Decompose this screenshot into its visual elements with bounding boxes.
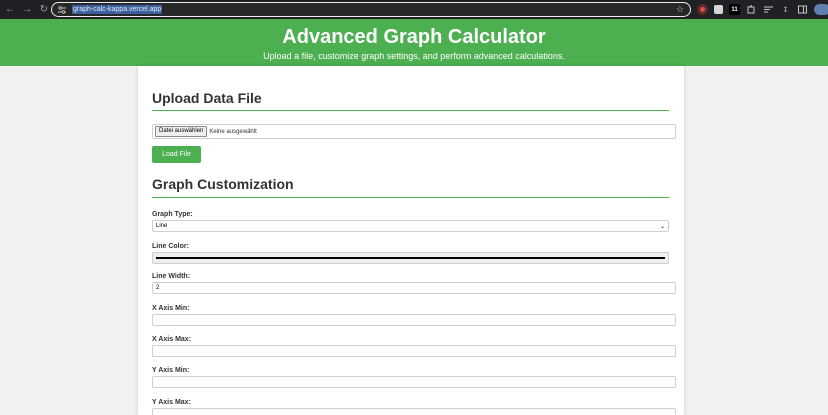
main-card: Upload Data File Datei auswählen Keine a…	[138, 66, 684, 415]
bookmark-star-icon[interactable]: ☆	[676, 4, 684, 15]
line-color-label: Line Color:	[152, 243, 189, 250]
load-file-button[interactable]: Load File	[152, 146, 201, 163]
y-axis-max-label: Y Axis Max:	[152, 399, 191, 406]
line-width-label: Line Width:	[152, 273, 191, 280]
forward-icon[interactable]: →	[20, 3, 34, 17]
upload-divider	[152, 110, 669, 111]
line-width-input[interactable]: 2	[152, 282, 676, 294]
page-subtitle: Upload a file, customize graph settings,…	[263, 51, 565, 61]
customization-section-title: Graph Customization	[152, 176, 294, 192]
file-input[interactable]: Datei auswählen Keine ausgewählt	[152, 124, 676, 139]
y-axis-min-input[interactable]	[152, 376, 676, 388]
color-swatch	[156, 257, 665, 259]
customization-divider	[152, 197, 669, 198]
x-axis-max-label: X Axis Max:	[152, 336, 192, 343]
side-panel-icon[interactable]	[797, 4, 808, 15]
puzzle-icon[interactable]	[746, 4, 757, 15]
x-axis-min-input[interactable]	[152, 314, 676, 326]
reload-icon[interactable]: ↻	[37, 3, 51, 17]
upload-section-title: Upload Data File	[152, 90, 262, 106]
site-info-icon[interactable]	[57, 5, 67, 15]
page-title: Advanced Graph Calculator	[282, 26, 546, 48]
download-icon[interactable]: ↧	[780, 4, 791, 15]
y-axis-min-label: Y Axis Min:	[152, 367, 190, 374]
tab-extension-icon[interactable]: 11	[729, 4, 740, 15]
x-axis-min-label: X Axis Min:	[152, 305, 190, 312]
back-icon[interactable]: ←	[3, 3, 17, 17]
line-width-value: 2	[156, 285, 160, 291]
url-text[interactable]: graph-calc-kappa.vercel.app	[72, 5, 163, 14]
chevron-down-icon: ⌄	[659, 223, 665, 230]
graph-type-value: Line	[156, 223, 168, 229]
graph-type-select[interactable]: Line ⌄	[152, 220, 669, 232]
line-color-input[interactable]	[152, 252, 669, 264]
graph-type-label: Graph Type:	[152, 211, 193, 218]
tab-search-icon[interactable]	[763, 4, 774, 15]
y-axis-max-input[interactable]	[152, 408, 676, 415]
record-extension-icon[interactable]	[697, 4, 708, 15]
choose-file-button[interactable]: Datei auswählen	[155, 126, 208, 137]
extensions-area: 11 ↧ ⋮	[697, 3, 828, 16]
address-bar[interactable]: graph-calc-kappa.vercel.app ☆	[51, 2, 691, 17]
document-extension-icon[interactable]	[714, 5, 723, 14]
profile-avatar-icon[interactable]	[814, 4, 828, 15]
x-axis-max-input[interactable]	[152, 345, 676, 357]
file-status-text: Keine ausgewählt	[209, 128, 257, 135]
page-header: Advanced Graph Calculator Upload a file,…	[0, 19, 828, 66]
browser-toolbar: ← → ↻ graph-calc-kappa.vercel.app ☆ 11 ↧…	[0, 0, 828, 19]
